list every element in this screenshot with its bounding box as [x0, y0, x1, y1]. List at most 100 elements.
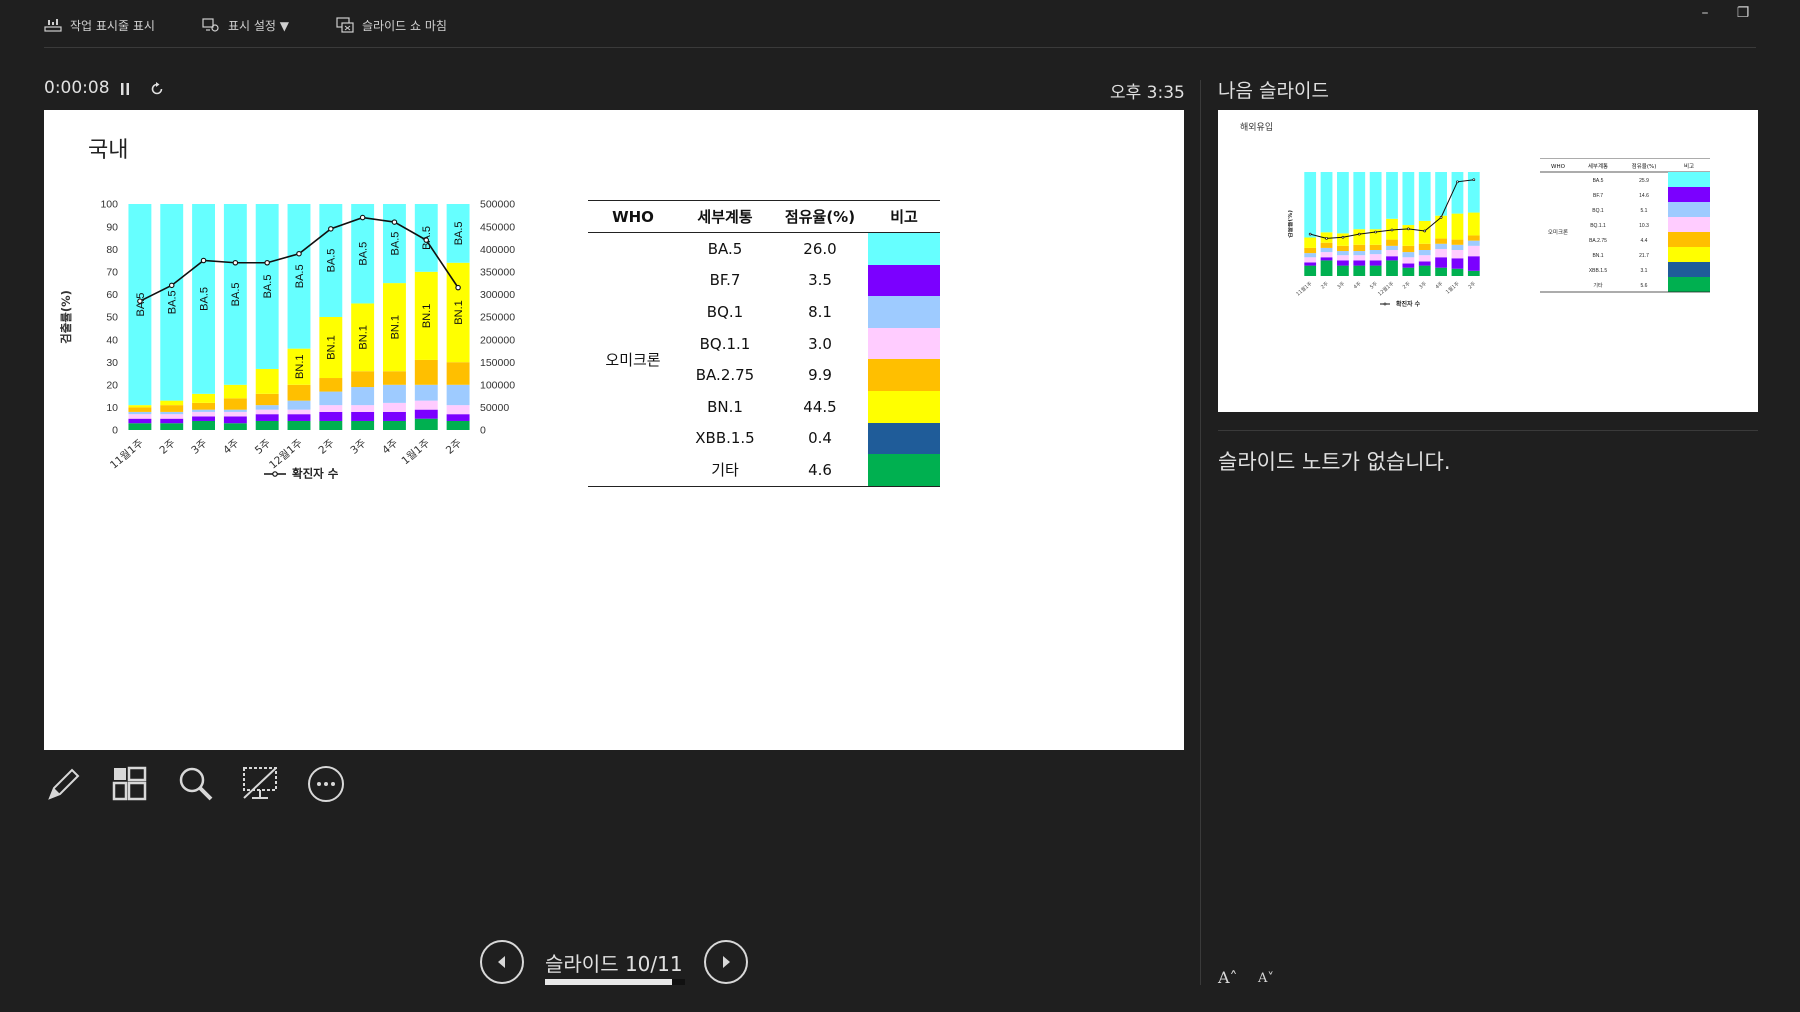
lineage-cell: BN.1	[707, 397, 743, 416]
bar-segment	[1320, 260, 1333, 276]
bar-segment	[128, 411, 152, 415]
table-row: 오미크론 BA.5 26.0	[588, 232, 940, 487]
decrease-font-icon: A˅	[1258, 971, 1274, 986]
bar-segment	[1451, 213, 1464, 240]
current-slide[interactable]: 국내 0 10 20 30 40 50 60 70 80 90 100 0 50000 100000 150…	[44, 110, 1184, 750]
bar-segment	[1369, 260, 1382, 266]
bar-segment	[1467, 235, 1480, 241]
slide-progress-fill	[545, 979, 673, 985]
bar-segment	[192, 393, 215, 403]
bar-segment	[1467, 270, 1480, 276]
y2-tick-label: 150000	[480, 357, 515, 369]
see-all-slides-button[interactable]	[108, 762, 152, 806]
previous-slide-button[interactable]	[480, 940, 524, 984]
speaker-notes: 슬라이드 노트가 없습니다.	[1218, 450, 1451, 474]
current-time: 오후 3:35	[1110, 83, 1185, 103]
mini-table-header: 비고	[1684, 162, 1694, 170]
increase-font-button[interactable]: A˄	[1218, 968, 1238, 987]
legend-marker	[1383, 302, 1387, 306]
bar-label: BA.5	[262, 275, 274, 299]
mini-lineage-cell: BQ.1.1	[1590, 223, 1606, 229]
y-tick-label: 80	[106, 244, 118, 256]
table-header-row: WHO 세부계통 점유율(%) 비고	[588, 200, 940, 233]
line-marker	[391, 219, 398, 225]
bar-segment	[1386, 245, 1398, 250]
bar-segment	[1451, 250, 1464, 259]
decrease-font-button[interactable]: A˅	[1258, 971, 1274, 986]
bar-segment	[1402, 245, 1415, 253]
bar-segment	[1353, 260, 1366, 266]
presenter-toolbar: 작업 표시줄 표시 표시 설정 ▼ 슬라이드 쇼 마침 – ❐	[0, 0, 1800, 48]
lineage-cell: BQ.1	[706, 302, 744, 321]
bar-segment	[223, 423, 247, 430]
mini-share-cell: 21.7	[1639, 253, 1649, 259]
x-tick-label: 4주	[1353, 281, 1363, 291]
restore-button[interactable]: ❐	[1728, 2, 1758, 24]
legend-marker	[272, 471, 278, 477]
line-marker	[359, 214, 366, 221]
bar-segment	[128, 414, 152, 419]
color-swatch-cell	[868, 359, 940, 391]
y-axis-label: 검출률(%)	[1288, 210, 1294, 238]
bar-segment	[1304, 257, 1317, 263]
bar-segment	[160, 405, 184, 412]
next-slide-button[interactable]	[704, 940, 748, 984]
bar-segment	[1435, 248, 1447, 258]
bar-segment	[319, 420, 343, 430]
mini-share-cell: 5.1	[1641, 208, 1648, 214]
y-tick-label: 90	[106, 221, 118, 233]
who-cell: 오미크론	[588, 232, 678, 487]
x-tick-label: 2주	[1320, 281, 1330, 291]
header-share: 점유율(%)	[772, 200, 868, 233]
line-marker	[137, 298, 143, 304]
zoom-button[interactable]	[174, 762, 218, 806]
line-marker	[423, 237, 430, 243]
end-show-button[interactable]: 슬라이드 쇼 마침	[336, 14, 447, 36]
mini-share-cell: 4.4	[1641, 238, 1648, 244]
reset-timer-button[interactable]	[146, 78, 168, 100]
all-slides-icon	[112, 766, 147, 801]
end-show-label: 슬라이드 쇼 마침	[362, 18, 447, 33]
bar-segment	[1402, 267, 1415, 276]
mini-share-cell: 5.6	[1641, 283, 1648, 289]
bar-segment	[255, 420, 279, 430]
show-taskbar-button[interactable]: 작업 표시줄 표시	[44, 14, 155, 36]
mini-share-cell: 25.9	[1639, 178, 1649, 184]
bar-segment	[1353, 265, 1366, 276]
bar-label: BA.5	[357, 242, 369, 266]
bar-label: BA.5	[389, 232, 401, 256]
line-marker	[455, 284, 461, 291]
bar-segment	[1320, 252, 1333, 258]
slide-counter[interactable]: 슬라이드 10/11	[545, 948, 683, 977]
bar-segment	[160, 411, 184, 415]
pause-timer-button[interactable]	[114, 78, 136, 100]
bar-segment	[223, 416, 247, 424]
bar-label: BA.5	[326, 249, 338, 273]
share-cell: 3.5	[808, 271, 832, 290]
end-show-icon	[336, 17, 354, 33]
lineage-cell: BA.2.75	[695, 366, 755, 385]
x-tick-label: 3주	[189, 437, 209, 457]
y2-tick-label: 500000	[480, 199, 515, 211]
next-slide-preview[interactable]: 해외유입 검출률(%) 11월1주 2주 3주 4주 5주 12월1주 2주 3주 4주 1월1주 2…	[1218, 110, 1758, 412]
x-tick-label: 1월1주	[399, 437, 432, 467]
bar-segment	[1451, 239, 1464, 245]
more-options-button[interactable]	[304, 762, 348, 806]
pen-tool-button[interactable]	[42, 762, 86, 806]
color-swatch-cell	[868, 264, 940, 297]
y-tick-label: 30	[106, 357, 118, 369]
y-tick-label: 50	[106, 312, 118, 324]
black-screen-button[interactable]	[238, 762, 282, 806]
mini-table-header: 세부계통	[1588, 162, 1608, 170]
minimize-button[interactable]: –	[1690, 2, 1720, 24]
bar-segment	[192, 409, 215, 412]
display-settings-button[interactable]: 표시 설정 ▼	[202, 14, 289, 36]
bar-segment	[287, 409, 311, 415]
bar-segment	[1402, 263, 1415, 268]
x-tick-label: 11월1주	[1295, 280, 1314, 298]
bar-segment	[1386, 260, 1398, 276]
pane-divider[interactable]	[1200, 80, 1201, 985]
bar-segment	[160, 414, 184, 419]
y-tick-label: 100	[100, 199, 118, 211]
bar-segment	[319, 411, 343, 421]
